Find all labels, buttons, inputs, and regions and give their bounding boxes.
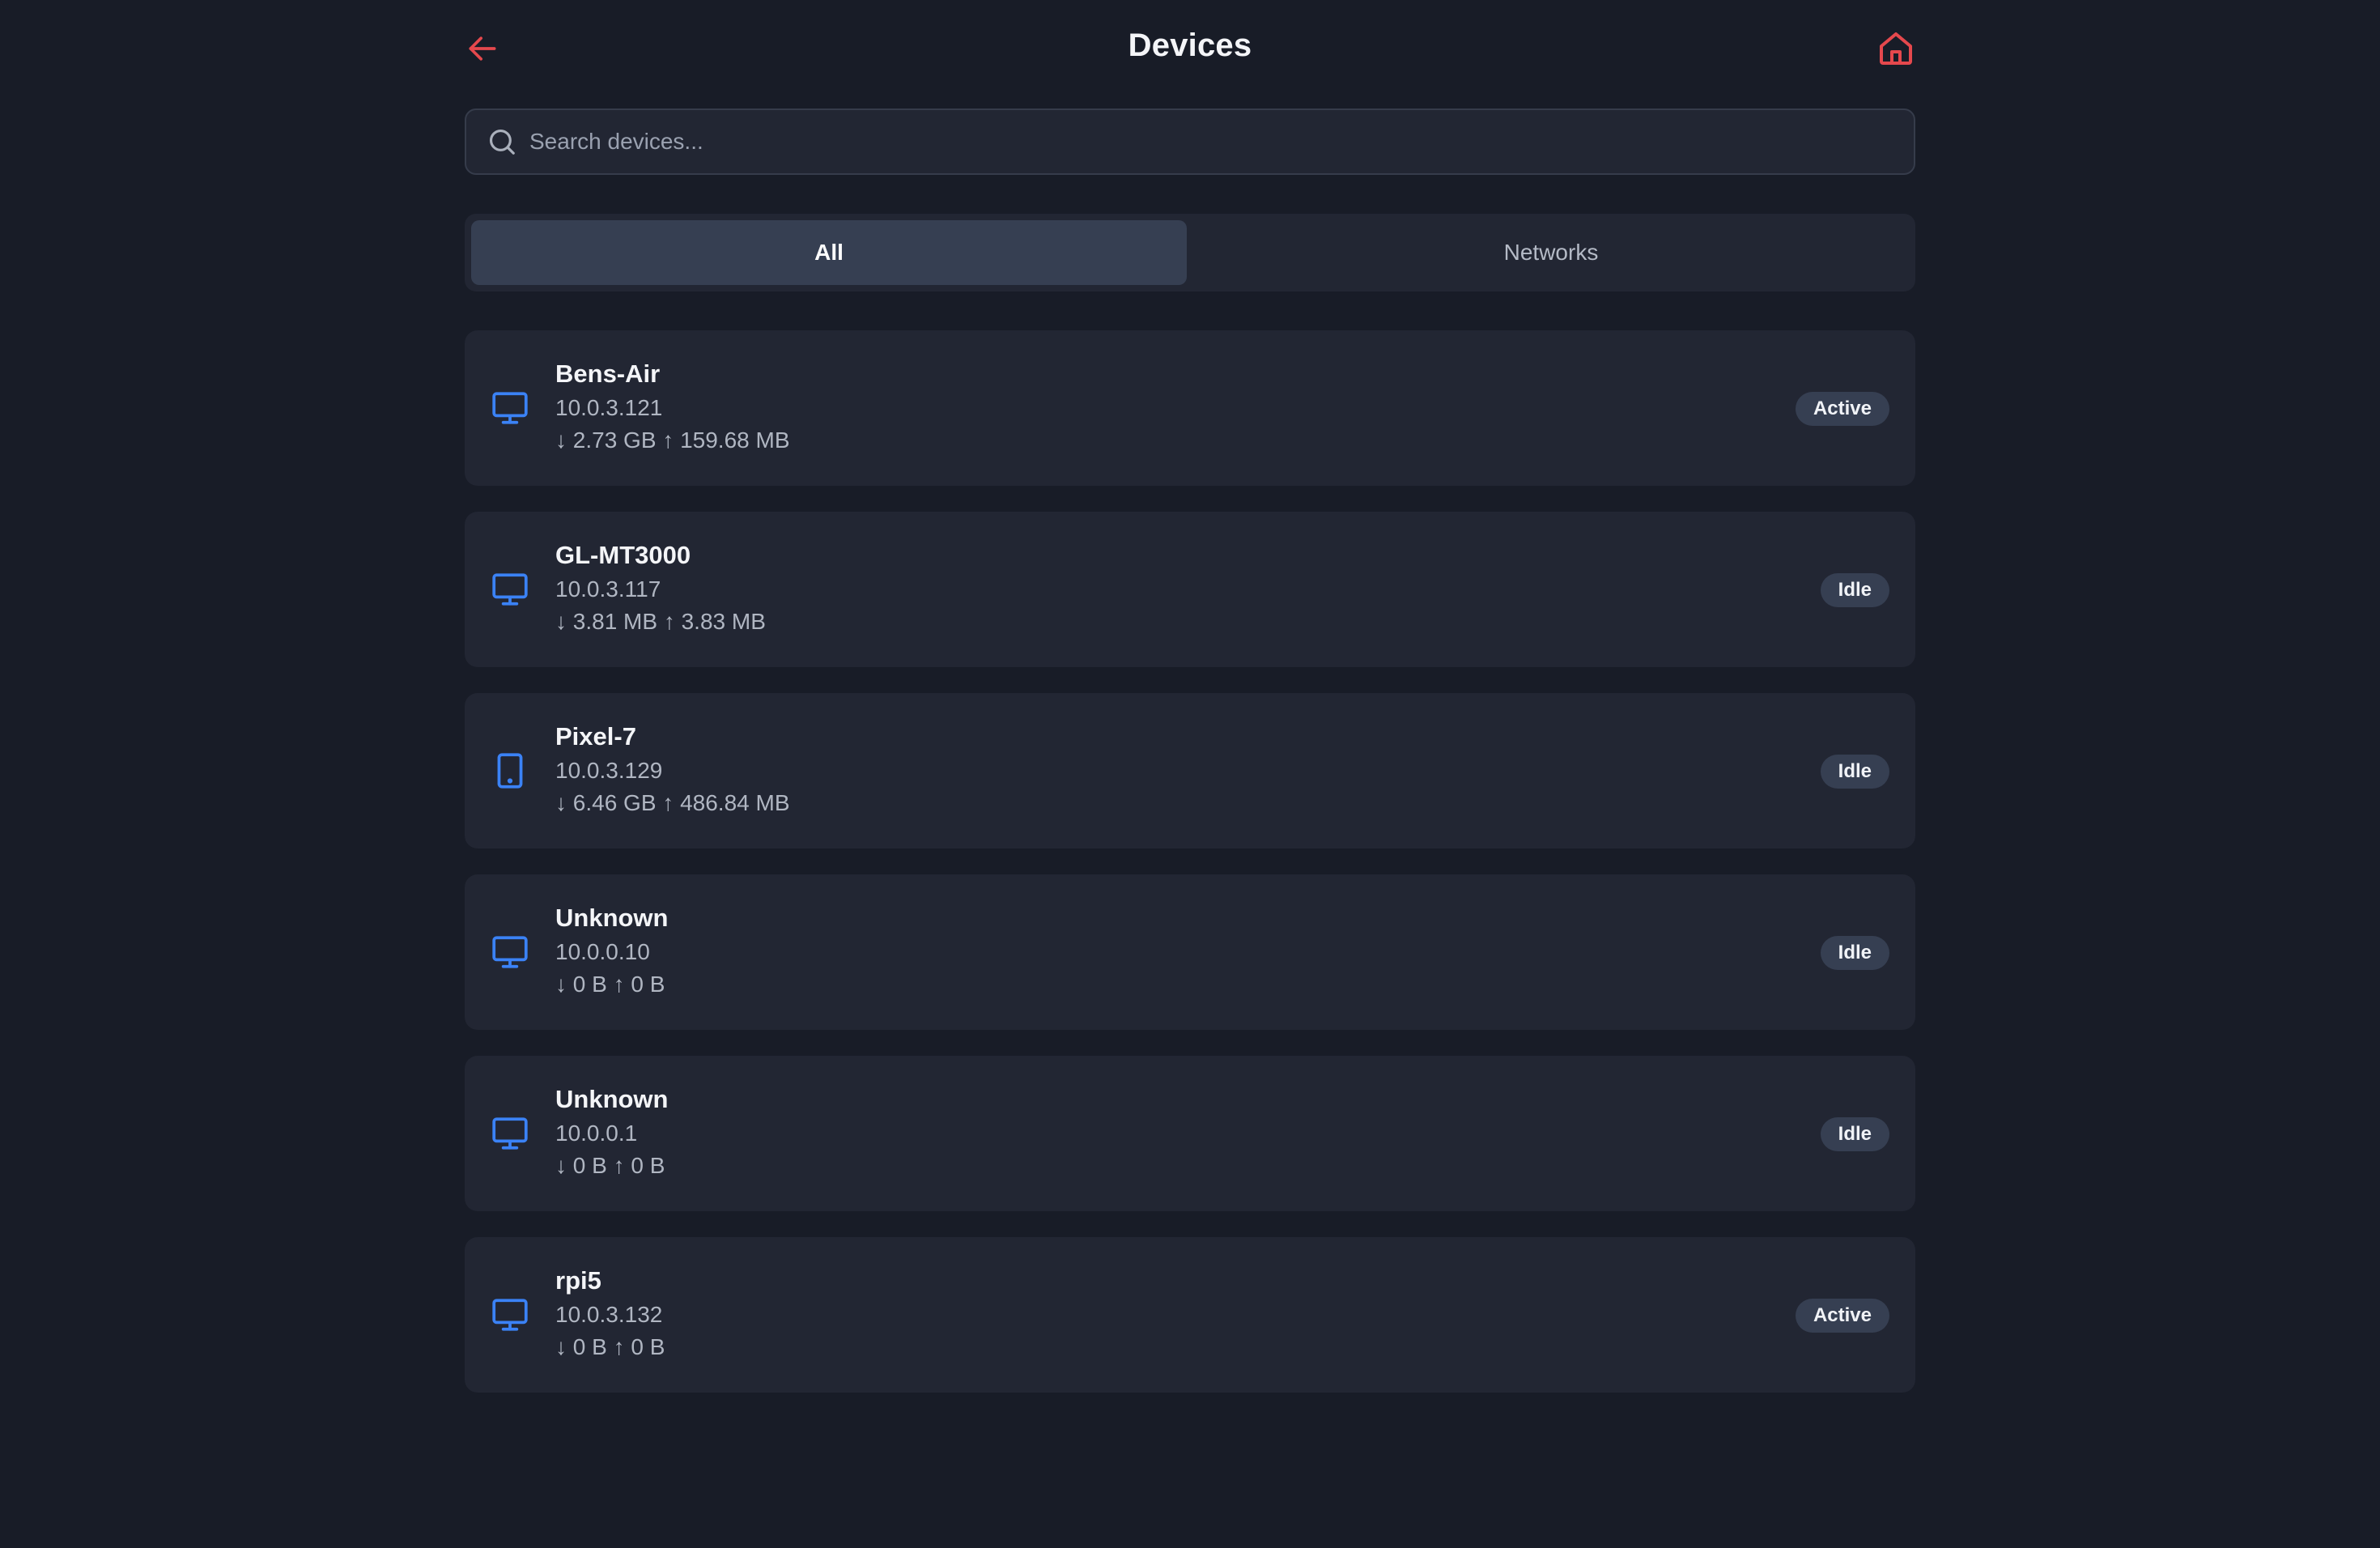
device-ip: 10.0.0.1 <box>555 1121 638 1146</box>
device-name: Unknown <box>555 1085 669 1113</box>
devices-page: Devices All Networks <box>0 0 2380 1548</box>
status-badge: Active <box>1795 392 1889 426</box>
device-card[interactable]: GL-MT3000 10.0.3.117 ↓ 3.81 MB ↑ 3.83 MB… <box>465 512 1915 667</box>
device-info: Unknown 10.0.0.1 ↓ 0 B ↑ 0 B <box>555 1083 669 1182</box>
tab-networks[interactable]: Networks <box>1193 220 1909 285</box>
device-card[interactable]: Unknown 10.0.0.10 ↓ 0 B ↑ 0 B Idle <box>465 874 1915 1030</box>
device-traffic: ↓ 0 B ↑ 0 B <box>555 972 665 997</box>
home-button[interactable] <box>1870 24 1915 73</box>
home-icon <box>1880 32 1912 65</box>
monitor-icon <box>489 387 531 429</box>
device-name: GL-MT3000 <box>555 541 691 569</box>
device-card[interactable]: Bens-Air 10.0.3.121 ↓ 2.73 GB ↑ 159.68 M… <box>465 330 1915 486</box>
status-badge: Active <box>1795 1299 1889 1333</box>
search-box <box>465 108 1915 175</box>
page-header: Devices <box>465 0 1915 97</box>
status-badge: Idle <box>1820 1117 1889 1151</box>
main-container: Devices All Networks <box>465 0 1915 1393</box>
device-name: Unknown <box>555 904 669 932</box>
device-card[interactable]: Unknown 10.0.0.1 ↓ 0 B ↑ 0 B Idle <box>465 1056 1915 1211</box>
device-ip: 10.0.0.10 <box>555 939 650 964</box>
device-info: Pixel-7 10.0.3.129 ↓ 6.46 GB ↑ 486.84 MB <box>555 721 790 819</box>
device-name: rpi5 <box>555 1266 601 1295</box>
status-badge: Idle <box>1820 936 1889 970</box>
device-info: Bens-Air 10.0.3.121 ↓ 2.73 GB ↑ 159.68 M… <box>555 358 790 457</box>
device-info: rpi5 10.0.3.132 ↓ 0 B ↑ 0 B <box>555 1265 665 1363</box>
status-badge: Idle <box>1820 573 1889 607</box>
device-name: Pixel-7 <box>555 722 636 751</box>
device-traffic: ↓ 0 B ↑ 0 B <box>555 1334 665 1359</box>
device-card[interactable]: rpi5 10.0.3.132 ↓ 0 B ↑ 0 B Active <box>465 1237 1915 1393</box>
tablet-icon <box>489 750 531 792</box>
device-name: Bens-Air <box>555 359 661 388</box>
monitor-icon <box>489 1294 531 1336</box>
device-ip: 10.0.3.129 <box>555 758 663 783</box>
status-badge: Idle <box>1820 755 1889 789</box>
monitor-icon <box>489 931 531 973</box>
device-info: GL-MT3000 10.0.3.117 ↓ 3.81 MB ↑ 3.83 MB <box>555 539 766 638</box>
monitor-icon <box>489 568 531 610</box>
tab-all[interactable]: All <box>471 220 1187 285</box>
search-icon <box>486 125 518 158</box>
device-ip: 10.0.3.117 <box>555 576 661 602</box>
device-traffic: ↓ 2.73 GB ↑ 159.68 MB <box>555 427 790 453</box>
page-title: Devices <box>1128 28 1252 63</box>
device-ip: 10.0.3.132 <box>555 1302 663 1327</box>
monitor-icon <box>489 1112 531 1155</box>
tab-bar: All Networks <box>465 214 1915 291</box>
device-list: Bens-Air 10.0.3.121 ↓ 2.73 GB ↑ 159.68 M… <box>465 330 1915 1418</box>
device-ip: 10.0.3.121 <box>555 395 663 420</box>
device-traffic: ↓ 3.81 MB ↑ 3.83 MB <box>555 609 766 634</box>
device-info: Unknown 10.0.0.10 ↓ 0 B ↑ 0 B <box>555 902 669 1001</box>
device-traffic: ↓ 6.46 GB ↑ 486.84 MB <box>555 790 790 815</box>
search-input[interactable] <box>528 117 1914 167</box>
device-traffic: ↓ 0 B ↑ 0 B <box>555 1153 665 1178</box>
device-card[interactable]: Pixel-7 10.0.3.129 ↓ 6.46 GB ↑ 486.84 MB… <box>465 693 1915 848</box>
